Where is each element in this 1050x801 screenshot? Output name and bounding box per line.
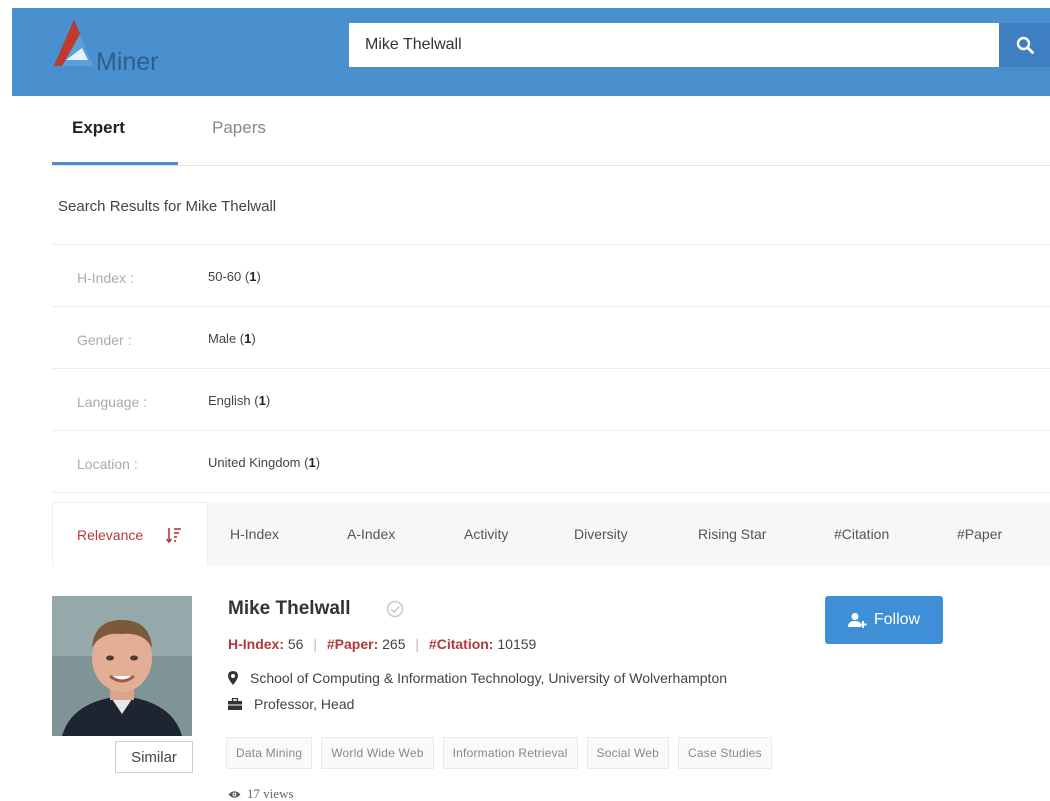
position-text: Professor, Head bbox=[254, 696, 355, 712]
sort-paper[interactable]: #Paper bbox=[957, 526, 1002, 542]
map-marker-icon bbox=[228, 671, 238, 685]
filter-label: Gender : bbox=[77, 332, 132, 348]
top-header-bar: Miner bbox=[12, 8, 1050, 96]
interest-tag[interactable]: Case Studies bbox=[678, 737, 772, 769]
filter-close-paren: ) bbox=[315, 455, 321, 470]
search-icon bbox=[1016, 36, 1034, 54]
filter-label: H-Index : bbox=[77, 270, 134, 286]
filter-count: 1 bbox=[308, 455, 316, 470]
similar-button[interactable]: Similar bbox=[115, 741, 193, 773]
search-results-title: Search Results for Mike Thelwall bbox=[58, 198, 277, 215]
filter-option-location[interactable]: United Kingdom (1) bbox=[208, 455, 320, 470]
sort-diversity[interactable]: Diversity bbox=[574, 526, 628, 542]
tab-expert[interactable]: Expert bbox=[72, 118, 125, 138]
filter-row-gender: Gender : Male (1) bbox=[52, 307, 1050, 369]
eye-icon bbox=[228, 790, 241, 798]
follow-button-label: Follow bbox=[873, 611, 921, 628]
active-tab-indicator bbox=[52, 162, 178, 165]
h-index-label: H-Index: bbox=[228, 636, 284, 652]
filter-count: 1 bbox=[258, 393, 266, 408]
filter-close-paren: ) bbox=[251, 331, 256, 346]
metric-separator: | bbox=[415, 636, 420, 652]
metric-separator: | bbox=[313, 636, 317, 652]
verified-check-icon bbox=[386, 600, 404, 618]
filter-row-location: Location : United Kingdom (1) bbox=[52, 431, 1050, 493]
sort-descending-icon bbox=[166, 528, 181, 543]
citation-count-label: #Citation: bbox=[428, 636, 494, 652]
interest-tag[interactable]: World Wide Web bbox=[321, 737, 434, 769]
filter-label: Language : bbox=[77, 394, 148, 410]
paper-count-value: 265 bbox=[382, 636, 406, 652]
filter-row-h-index: H-Index : 50-60 (1) bbox=[52, 245, 1050, 307]
sort-activity[interactable]: Activity bbox=[464, 526, 508, 542]
sort-citation[interactable]: #Citation bbox=[834, 526, 889, 542]
tab-papers[interactable]: Papers bbox=[212, 118, 266, 138]
paper-count-label: #Paper: bbox=[326, 636, 379, 652]
avatar-photo bbox=[52, 596, 192, 736]
sort-rising-star[interactable]: Rising Star bbox=[698, 526, 766, 542]
sort-relevance-label: Relevance bbox=[77, 527, 144, 543]
expert-avatar[interactable] bbox=[52, 596, 192, 736]
interest-tag[interactable]: Data Mining bbox=[226, 737, 313, 769]
follow-button[interactable]: Follow bbox=[825, 596, 943, 644]
filter-row-language: Language : English (1) bbox=[52, 369, 1050, 431]
h-index-value: 56 bbox=[287, 636, 304, 652]
expert-metrics: H-Index: 56 | #Paper: 265 | #Citation: 1… bbox=[228, 636, 536, 652]
filter-panel: H-Index : 50-60 (1) Gender : Male (1) La… bbox=[52, 244, 1050, 493]
expert-name[interactable]: Mike Thelwall bbox=[228, 598, 350, 620]
filter-option-text: Male ( bbox=[208, 331, 245, 346]
filter-option-gender[interactable]: Male (1) bbox=[208, 331, 256, 346]
sort-relevance[interactable]: Relevance bbox=[52, 502, 208, 566]
affiliation-line: School of Computing & Information Techno… bbox=[228, 670, 727, 686]
sort-h-index[interactable]: H-Index bbox=[230, 526, 279, 542]
result-type-tabs: Expert Papers bbox=[52, 96, 1050, 166]
filter-close-paren: ) bbox=[256, 269, 261, 284]
interest-tag[interactable]: Social Web bbox=[586, 737, 670, 769]
filter-label: Location : bbox=[77, 456, 138, 472]
search-button[interactable] bbox=[999, 23, 1050, 67]
logo-text: Miner bbox=[96, 48, 159, 76]
aminer-logo[interactable]: Miner bbox=[52, 20, 182, 76]
aminer-logo-icon bbox=[54, 20, 94, 66]
search-input[interactable] bbox=[349, 23, 999, 67]
view-count: 17 views bbox=[228, 786, 294, 801]
filter-option-language[interactable]: English (1) bbox=[208, 393, 270, 408]
add-user-icon bbox=[847, 613, 867, 628]
sort-bar: Relevance H-Index A-Index Activity Diver… bbox=[52, 502, 1050, 566]
filter-option-text: English ( bbox=[208, 393, 259, 408]
filter-option-h-index[interactable]: 50-60 (1) bbox=[208, 269, 261, 284]
interest-tag[interactable]: Information Retrieval bbox=[442, 737, 578, 769]
position-line: Professor, Head bbox=[228, 696, 354, 712]
filter-close-paren: ) bbox=[265, 393, 271, 408]
briefcase-icon bbox=[228, 698, 242, 710]
view-count-text: 17 views bbox=[247, 786, 294, 801]
sort-a-index[interactable]: A-Index bbox=[347, 526, 395, 542]
citation-count-value: 10159 bbox=[497, 636, 537, 652]
filter-option-text: 50-60 ( bbox=[208, 269, 250, 284]
interest-tags: Data Mining World Wide Web Information R… bbox=[226, 737, 772, 769]
affiliation-text: School of Computing & Information Techno… bbox=[250, 670, 728, 686]
filter-option-text: United Kingdom ( bbox=[208, 455, 309, 470]
